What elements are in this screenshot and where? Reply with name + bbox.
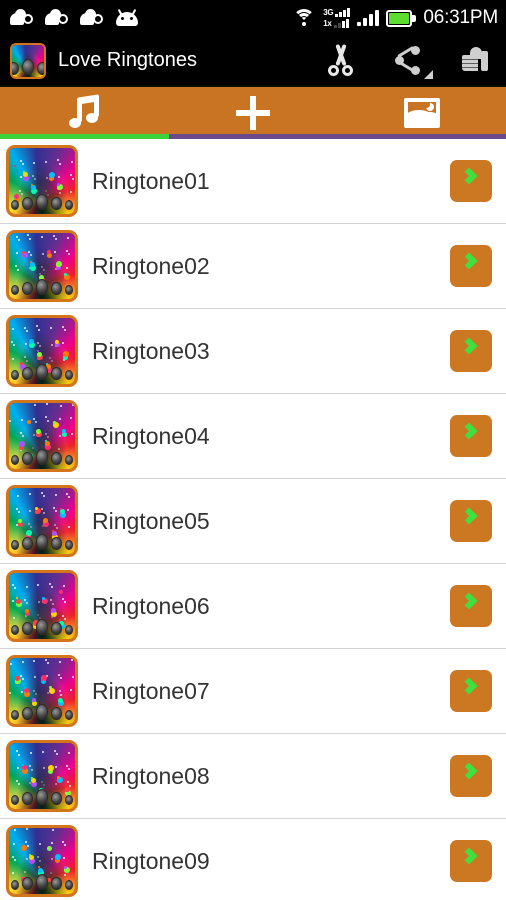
chevron-right-icon	[460, 337, 478, 355]
chevron-right-icon	[460, 167, 478, 185]
chevron-right-icon	[460, 847, 478, 865]
ringtone-thumbnail-icon	[6, 315, 78, 387]
status-bar-left-icons	[10, 8, 139, 27]
ringtone-thumbnail-icon	[6, 400, 78, 472]
ringtone-name-label: Ringtone02	[92, 252, 210, 279]
ringtone-artwork	[9, 658, 75, 724]
chevron-right-icon	[460, 422, 478, 440]
tab-indicator	[168, 134, 338, 139]
cloud-download-icon	[10, 9, 36, 27]
ringtone-list-item[interactable]: Ringtone01	[0, 139, 506, 224]
chevron-right-icon	[460, 677, 478, 695]
chevron-right-icon	[460, 762, 478, 780]
ringtone-name-label: Ringtone03	[92, 337, 210, 364]
tab-active-indicator	[0, 134, 169, 139]
ringtone-play-button[interactable]	[450, 585, 492, 627]
ringtone-thumbnail-icon	[6, 145, 78, 217]
ringtone-list[interactable]: Ringtone01 Ringtone02 Ringtone03 Ringtone04…	[0, 139, 506, 900]
ringtone-play-button[interactable]	[450, 500, 492, 542]
ringtone-play-button[interactable]	[450, 415, 492, 457]
cut-icon[interactable]	[324, 43, 358, 78]
ringtone-thumbnail-icon	[6, 825, 78, 897]
ringtone-artwork	[9, 488, 75, 554]
ringtone-list-item[interactable]: Ringtone09	[0, 819, 506, 900]
action-bar-icons	[324, 43, 494, 79]
ringtone-name-label: Ringtone05	[92, 507, 210, 534]
ringtone-artwork	[9, 403, 75, 469]
ringtone-list-item[interactable]: Ringtone07	[0, 649, 506, 734]
chevron-right-icon	[460, 252, 478, 270]
ringtone-thumbnail-icon	[6, 485, 78, 557]
tab-indicator	[337, 134, 506, 139]
ringtone-thumbnail-icon	[6, 740, 78, 812]
ringtone-list-item[interactable]: Ringtone03	[0, 309, 506, 394]
network-3g-label: 3G	[323, 8, 334, 17]
thumbs-up-icon[interactable]	[460, 44, 494, 78]
ringtone-artwork	[9, 573, 75, 639]
cloud-download-icon	[80, 9, 106, 27]
tab-bar	[0, 85, 506, 139]
ringtone-artwork	[9, 828, 75, 894]
share-icon[interactable]	[392, 44, 433, 79]
plus-icon	[236, 96, 270, 130]
ringtone-play-button[interactable]	[450, 330, 492, 372]
status-bar: 3G 1x 06:31PM	[0, 0, 506, 36]
android-robot-icon	[115, 8, 139, 27]
network-1x-label: 1x	[323, 19, 332, 28]
ringtone-artwork	[9, 743, 75, 809]
network-signal-icon: 3G 1x	[323, 8, 351, 28]
app-logo-icon[interactable]	[10, 42, 46, 79]
ringtone-play-button[interactable]	[450, 160, 492, 202]
page-title: Love Ringtones	[58, 49, 197, 71]
signal-bars-icon	[357, 10, 380, 26]
tab-wallpapers[interactable]	[337, 87, 506, 139]
wifi-icon	[292, 8, 316, 28]
tab-ringtones[interactable]	[0, 87, 169, 139]
ringtone-artwork	[9, 148, 75, 214]
ringtone-list-item[interactable]: Ringtone06	[0, 564, 506, 649]
ringtone-list-item[interactable]: Ringtone04	[0, 394, 506, 479]
battery-icon	[386, 9, 417, 27]
ringtone-name-label: Ringtone01	[92, 167, 210, 194]
ringtone-list-item[interactable]: Ringtone05	[0, 479, 506, 564]
picture-icon	[403, 98, 440, 128]
dropdown-caret-icon	[424, 69, 433, 79]
ringtone-list-item[interactable]: Ringtone08	[0, 734, 506, 819]
action-bar: Love Ringtones	[0, 36, 506, 85]
ringtone-thumbnail-icon	[6, 570, 78, 642]
ringtone-play-button[interactable]	[450, 670, 492, 712]
status-bar-clock: 06:31PM	[423, 7, 498, 28]
ringtone-artwork	[9, 318, 75, 384]
ringtone-play-button[interactable]	[450, 840, 492, 882]
ringtone-name-label: Ringtone09	[92, 847, 210, 874]
ringtone-play-button[interactable]	[450, 755, 492, 797]
ringtone-name-label: Ringtone04	[92, 422, 210, 449]
ringtone-artwork	[9, 233, 75, 299]
ringtone-play-button[interactable]	[450, 245, 492, 287]
ringtone-name-label: Ringtone08	[92, 762, 210, 789]
ringtone-name-label: Ringtone07	[92, 677, 210, 704]
cloud-download-icon	[45, 9, 71, 27]
chevron-right-icon	[460, 592, 478, 610]
music-note-icon	[69, 94, 100, 130]
tab-add[interactable]	[168, 87, 338, 139]
status-bar-right-icons: 3G 1x 06:31PM	[292, 7, 498, 29]
ringtone-thumbnail-icon	[6, 655, 78, 727]
app-logo-artwork	[12, 44, 44, 77]
chevron-right-icon	[460, 507, 478, 525]
ringtone-list-item[interactable]: Ringtone02	[0, 224, 506, 309]
ringtone-name-label: Ringtone06	[92, 592, 210, 619]
ringtone-thumbnail-icon	[6, 230, 78, 302]
